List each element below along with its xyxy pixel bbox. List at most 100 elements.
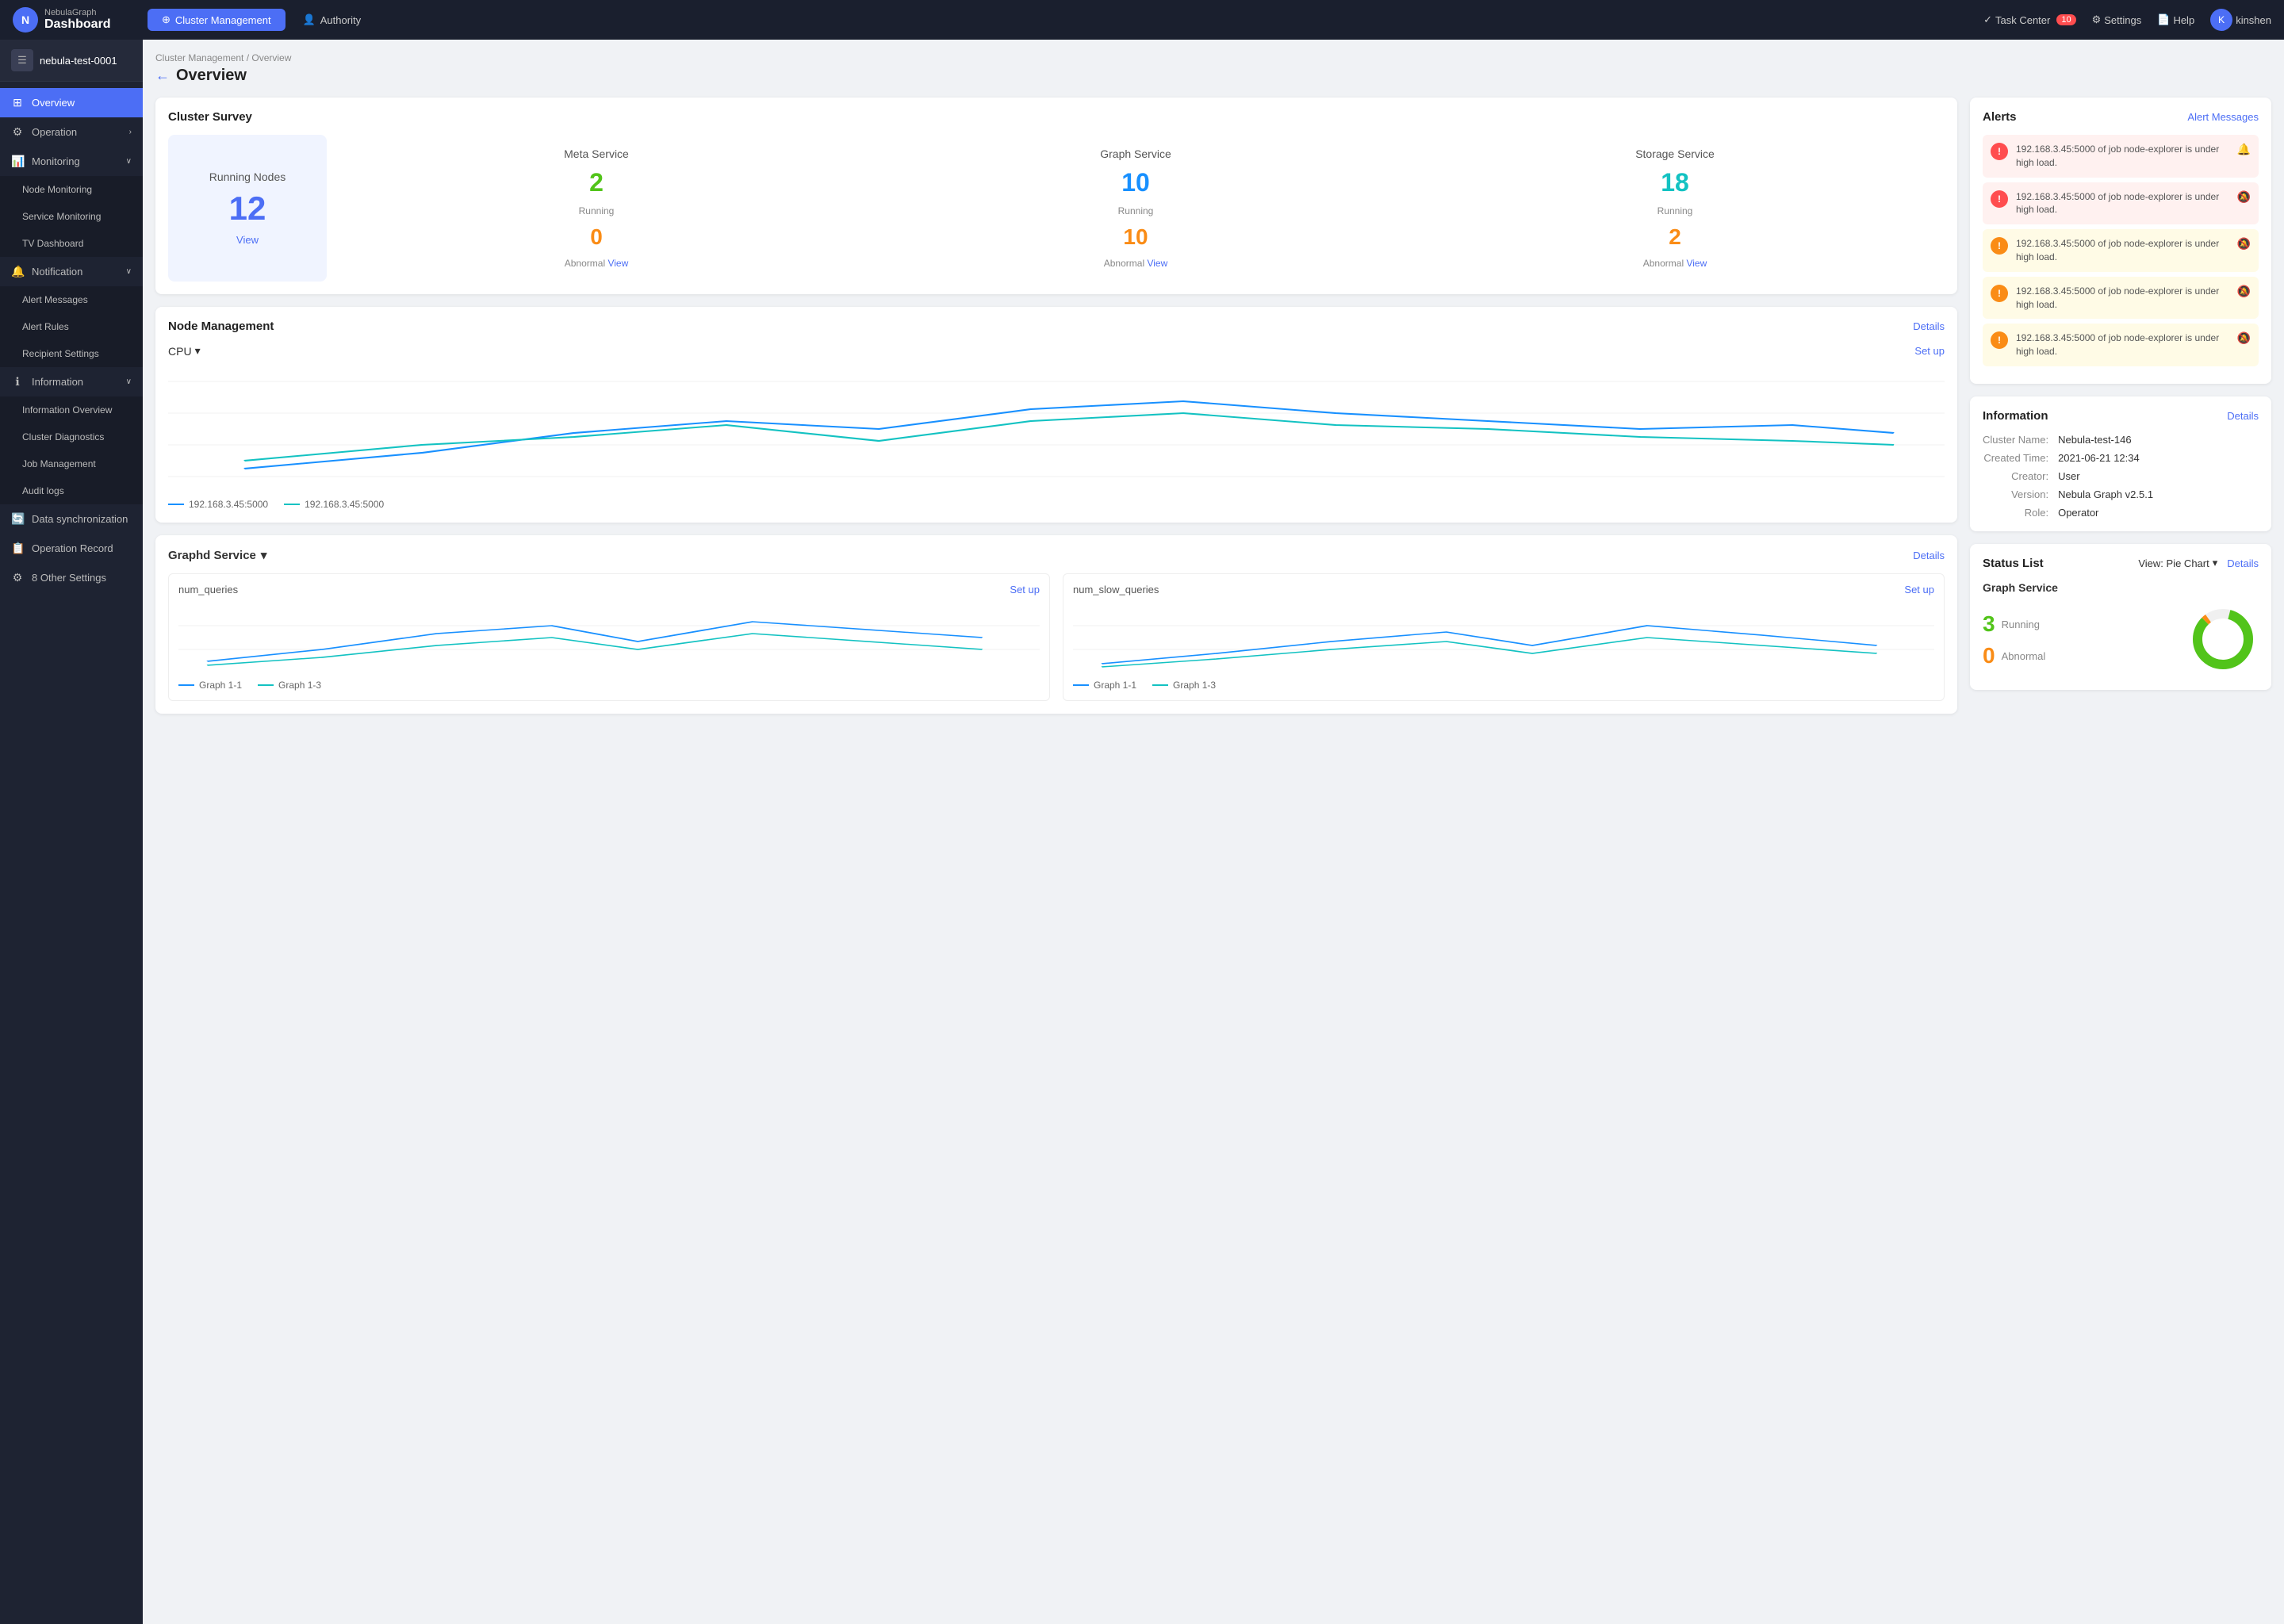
sidebar-item-cluster-diagnostics[interactable]: Cluster Diagnostics [0,423,143,450]
graph-view-link[interactable]: View [1147,258,1167,269]
notification-icon: 🔔 [11,265,24,278]
role-value: Operator [2058,507,2259,519]
sidebar-item-job-management[interactable]: Job Management [0,450,143,477]
sidebar-item-other-settings[interactable]: ⚙ 8 Other Settings [0,563,143,592]
num-slow-queries-legend: Graph 1-1 Graph 1-3 [1073,680,1934,691]
sidebar-item-label: Alert Messages [22,294,88,305]
graph-abnormal-count: 10 [1123,224,1148,250]
nav-tab-cluster[interactable]: ⊕ Cluster Management [148,9,286,31]
view-selector[interactable]: View: Pie Chart ▾ [2138,557,2217,569]
status-list-details-link[interactable]: Details [2227,557,2259,569]
sidebar-item-label: Information [32,376,83,388]
settings-button[interactable]: ⚙ Settings [2092,13,2142,26]
sidebar-item-alert-rules[interactable]: Alert Rules [0,313,143,340]
cpu-chart-svg [168,366,1945,492]
nav-tab-authority[interactable]: 👤 Authority [289,9,376,31]
alert-item-1: ! 192.168.3.45:5000 of job node-explorer… [1983,135,2259,178]
sidebar-item-tv-dashboard[interactable]: TV Dashboard [0,230,143,257]
legend-graph13: Graph 1-3 [258,680,321,691]
sidebar-item-recipient-settings[interactable]: Recipient Settings [0,340,143,367]
logo-nebula: NebulaGraph [44,8,111,17]
logo: N NebulaGraph Dashboard [13,7,148,33]
graph-running-label-status: Running [2002,619,2040,630]
donut-chart-container [2187,603,2259,677]
sidebar-item-label: Operation Record [32,542,113,554]
breadcrumb-area: Cluster Management / Overview ← Overview [155,52,2271,85]
sidebar: ☰ nebula-test-0001 ⊞ Overview ⚙ Operatio… [0,40,143,1624]
creator-label: Creator: [1983,470,2048,482]
meta-abnormal-count: 0 [590,224,603,250]
cluster-selector-icon: ☰ [11,49,33,71]
sidebar-item-monitoring[interactable]: 📊 Monitoring ∨ [0,147,143,176]
sidebar-item-information[interactable]: ℹ Information ∨ [0,367,143,396]
sidebar-item-data-sync[interactable]: 🔄 Data synchronization [0,504,143,534]
other-settings-icon: ⚙ [11,571,24,584]
graph-abnormal-label-row: Abnormal View [879,258,1393,269]
cpu-selector[interactable]: CPU ▾ [168,344,201,358]
data-sync-icon: 🔄 [11,512,24,526]
alert-text-4: 192.168.3.45:5000 of job node-explorer i… [2016,285,2229,312]
notification-submenu: Alert Messages Alert Rules Recipient Set… [0,286,143,367]
donut-chart-svg [2187,603,2259,675]
alert-icon-orange-2: ! [1991,285,2008,302]
cluster-survey-card: Cluster Survey Running Nodes 12 View Met… [155,98,1957,294]
legend-slow-graph13: Graph 1-3 [1152,680,1216,691]
graphd-service-details-link[interactable]: Details [1913,550,1945,561]
storage-abnormal-label-row: Abnormal View [1418,258,1932,269]
num-slow-queries-svg [1073,602,1934,673]
sidebar-item-overview[interactable]: ⊞ Overview [0,88,143,117]
monitoring-icon: 📊 [11,155,24,168]
cluster-survey-title: Cluster Survey [168,110,252,124]
meta-abnormal-label-row: Abnormal View [339,258,853,269]
sidebar-item-label: Operation [32,126,77,138]
node-management-setup-link[interactable]: Set up [1914,345,1945,357]
cluster-name: nebula-test-0001 [40,55,117,67]
cpu-chevron-down-icon: ▾ [195,344,201,358]
alert-bell-3[interactable]: 🔕 [2237,237,2251,251]
alert-bell-1[interactable]: 🔔 [2237,143,2251,156]
back-button[interactable]: ← [155,67,170,84]
sidebar-item-label: Overview [32,97,75,109]
sidebar-item-audit-logs[interactable]: Audit logs [0,477,143,504]
num-queries-setup-link[interactable]: Set up [1010,584,1040,596]
running-nodes-label: Running Nodes [209,170,286,183]
overview-icon: ⊞ [11,96,24,109]
sidebar-item-operation[interactable]: ⚙ Operation › [0,117,143,147]
running-nodes-box: Running Nodes 12 View [168,135,327,282]
help-button[interactable]: 📄 Help [2157,13,2194,26]
alert-bell-5[interactable]: 🔕 [2237,331,2251,345]
sidebar-item-alert-messages[interactable]: Alert Messages [0,286,143,313]
sidebar-item-notification[interactable]: 🔔 Notification ∨ [0,257,143,286]
sidebar-item-label: Job Management [22,458,96,469]
alert-bell-2[interactable]: 🔕 [2237,190,2251,204]
graph-service-col: Graph Service 10 Running 10 Abnormal Vie… [866,135,1405,282]
graphd-service-card: Graphd Service ▾ Details num_queries Set… [155,535,1957,714]
sidebar-item-node-monitoring[interactable]: Node Monitoring [0,176,143,203]
user-menu[interactable]: K kinshen [2210,9,2271,31]
sidebar-item-operation-record[interactable]: 📋 Operation Record [0,534,143,563]
meta-view-link[interactable]: View [607,258,628,269]
authority-icon: 👤 [303,13,316,26]
chevron-down-icon-3: ∨ [126,377,132,386]
task-badge: 10 [2056,14,2075,25]
meta-running-count: 2 [339,168,853,197]
sidebar-item-information-overview[interactable]: Information Overview [0,396,143,423]
alert-bell-4[interactable]: 🔕 [2237,285,2251,298]
sidebar-item-service-monitoring[interactable]: Service Monitoring [0,203,143,230]
information-details-link[interactable]: Details [2227,410,2259,422]
cluster-name-value: Nebula-test-146 [2058,434,2259,446]
alert-messages-link[interactable]: Alert Messages [2187,111,2259,123]
cluster-selector[interactable]: ☰ nebula-test-0001 [0,40,143,82]
num-slow-queries-chart: num_slow_queries Set up [1063,573,1945,701]
task-icon: ✓ [1983,13,1992,26]
num-slow-queries-setup-link[interactable]: Set up [1904,584,1934,596]
information-card: Information Details Cluster Name: Nebula… [1970,396,2271,531]
running-nodes-view-link[interactable]: View [236,234,259,246]
storage-view-link[interactable]: View [1686,258,1707,269]
nav-tabs: ⊕ Cluster Management 👤 Authority [148,9,1983,31]
graphd-service-title[interactable]: Graphd Service ▾ [168,548,266,562]
graph-running-count: 10 [879,168,1393,197]
node-management-details-link[interactable]: Details [1913,320,1945,332]
task-center-button[interactable]: ✓ Task Center 10 [1983,13,2076,26]
num-slow-queries-chart-area [1073,602,1934,673]
